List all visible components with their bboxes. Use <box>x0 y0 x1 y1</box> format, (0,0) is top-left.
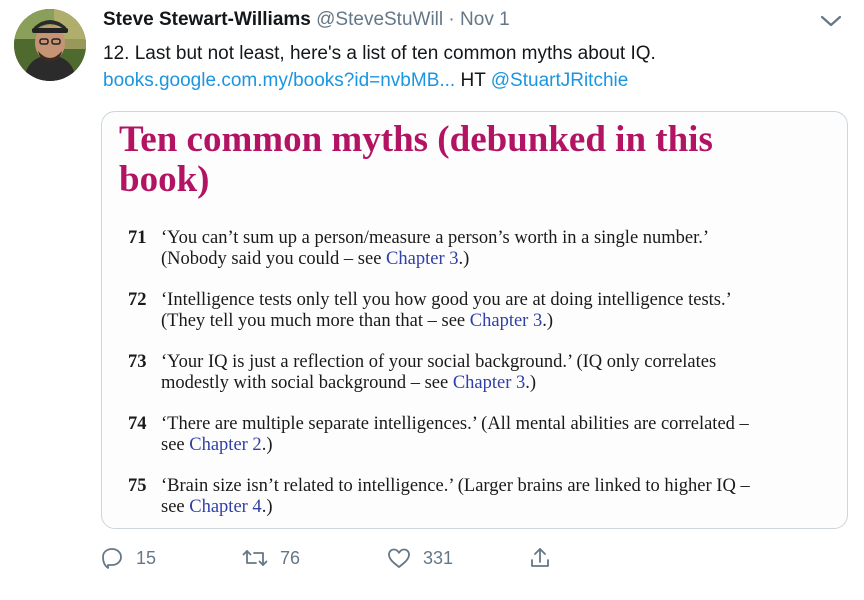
chapter-reference: Chapter 4 <box>189 497 262 517</box>
myth-text: ‘Intelligence tests only tell you how go… <box>161 290 732 310</box>
myth-rebuttal: see Chapter 4.) <box>161 497 273 517</box>
retweet-button[interactable]: 76 <box>242 544 300 572</box>
author-name[interactable]: Steve Stewart-Williams <box>103 9 311 30</box>
myth-number: 74 <box>128 414 147 434</box>
hat-tip-label: HT <box>460 70 486 91</box>
tweet-date[interactable]: Nov 1 <box>460 9 510 30</box>
myth-number: 71 <box>128 228 147 248</box>
share-icon <box>531 548 549 567</box>
retweet-icon <box>242 550 268 566</box>
tweet-text-line: 12. Last but not least, here's a list of… <box>103 43 656 64</box>
tweet-header: Steve Stewart-Williams @SteveStuWill · N… <box>103 9 510 31</box>
tweet-text-line-links: books.google.com.my/books?id=nvbMB... HT… <box>103 67 843 94</box>
book-page-title-line: Ten common myths (debunked in this <box>119 119 713 160</box>
myth-rebuttal: modestly with social background – see Ch… <box>161 373 537 393</box>
myth-text: ‘There are multiple separate intelligenc… <box>161 414 749 434</box>
myth-rebuttal: (Nobody said you could – see Chapter 3.) <box>161 249 470 269</box>
like-button[interactable]: 331 <box>387 544 453 572</box>
myth-text: ‘You can’t sum up a person/measure a per… <box>161 228 710 248</box>
reply-button[interactable]: 15 <box>100 544 156 572</box>
myth-number: 73 <box>128 352 147 372</box>
book-link[interactable]: books.google.com.my/books?id=nvbMB... <box>103 70 455 91</box>
retweet-count: 76 <box>280 547 301 568</box>
chapter-reference: Chapter 3 <box>469 311 543 331</box>
chapter-reference: Chapter 3 <box>452 373 526 393</box>
myth-number: 75 <box>128 476 147 496</box>
heart-icon <box>388 548 410 568</box>
myth-rebuttal: see Chapter 2.) <box>161 435 273 455</box>
myth-text: ‘Your IQ is just a reflection of your so… <box>161 352 717 372</box>
avatar[interactable] <box>14 9 86 81</box>
attached-image[interactable]: Ten common myths (debunked in this book)… <box>101 111 848 529</box>
myth-number: 72 <box>128 290 147 310</box>
tweet-text: 12. Last but not least, here's a list of… <box>103 40 843 94</box>
tweet-actions: 15 76 331 <box>100 544 700 574</box>
chapter-reference: Chapter 3 <box>386 249 459 269</box>
reply-count: 15 <box>136 547 157 568</box>
reply-icon <box>102 548 122 569</box>
chevron-down-icon[interactable] <box>818 10 844 32</box>
myth-text: ‘Brain size isn’t related to intelligenc… <box>161 476 750 496</box>
book-page-title-line: book) <box>119 159 210 200</box>
tweet[interactable]: Steve Stewart-Williams @SteveStuWill · N… <box>0 0 864 600</box>
book-page-title: Ten common myths (debunked in this book) <box>119 120 834 200</box>
separator-dot: · <box>448 9 455 30</box>
myth-rebuttal: (They tell you much more than that – see… <box>161 311 553 331</box>
author-handle[interactable]: @SteveStuWill <box>316 9 443 30</box>
chapter-reference: Chapter 2 <box>189 435 262 455</box>
share-button[interactable] <box>528 544 552 572</box>
like-count: 331 <box>423 547 454 568</box>
mention-link[interactable]: @StuartJRitchie <box>491 70 629 91</box>
